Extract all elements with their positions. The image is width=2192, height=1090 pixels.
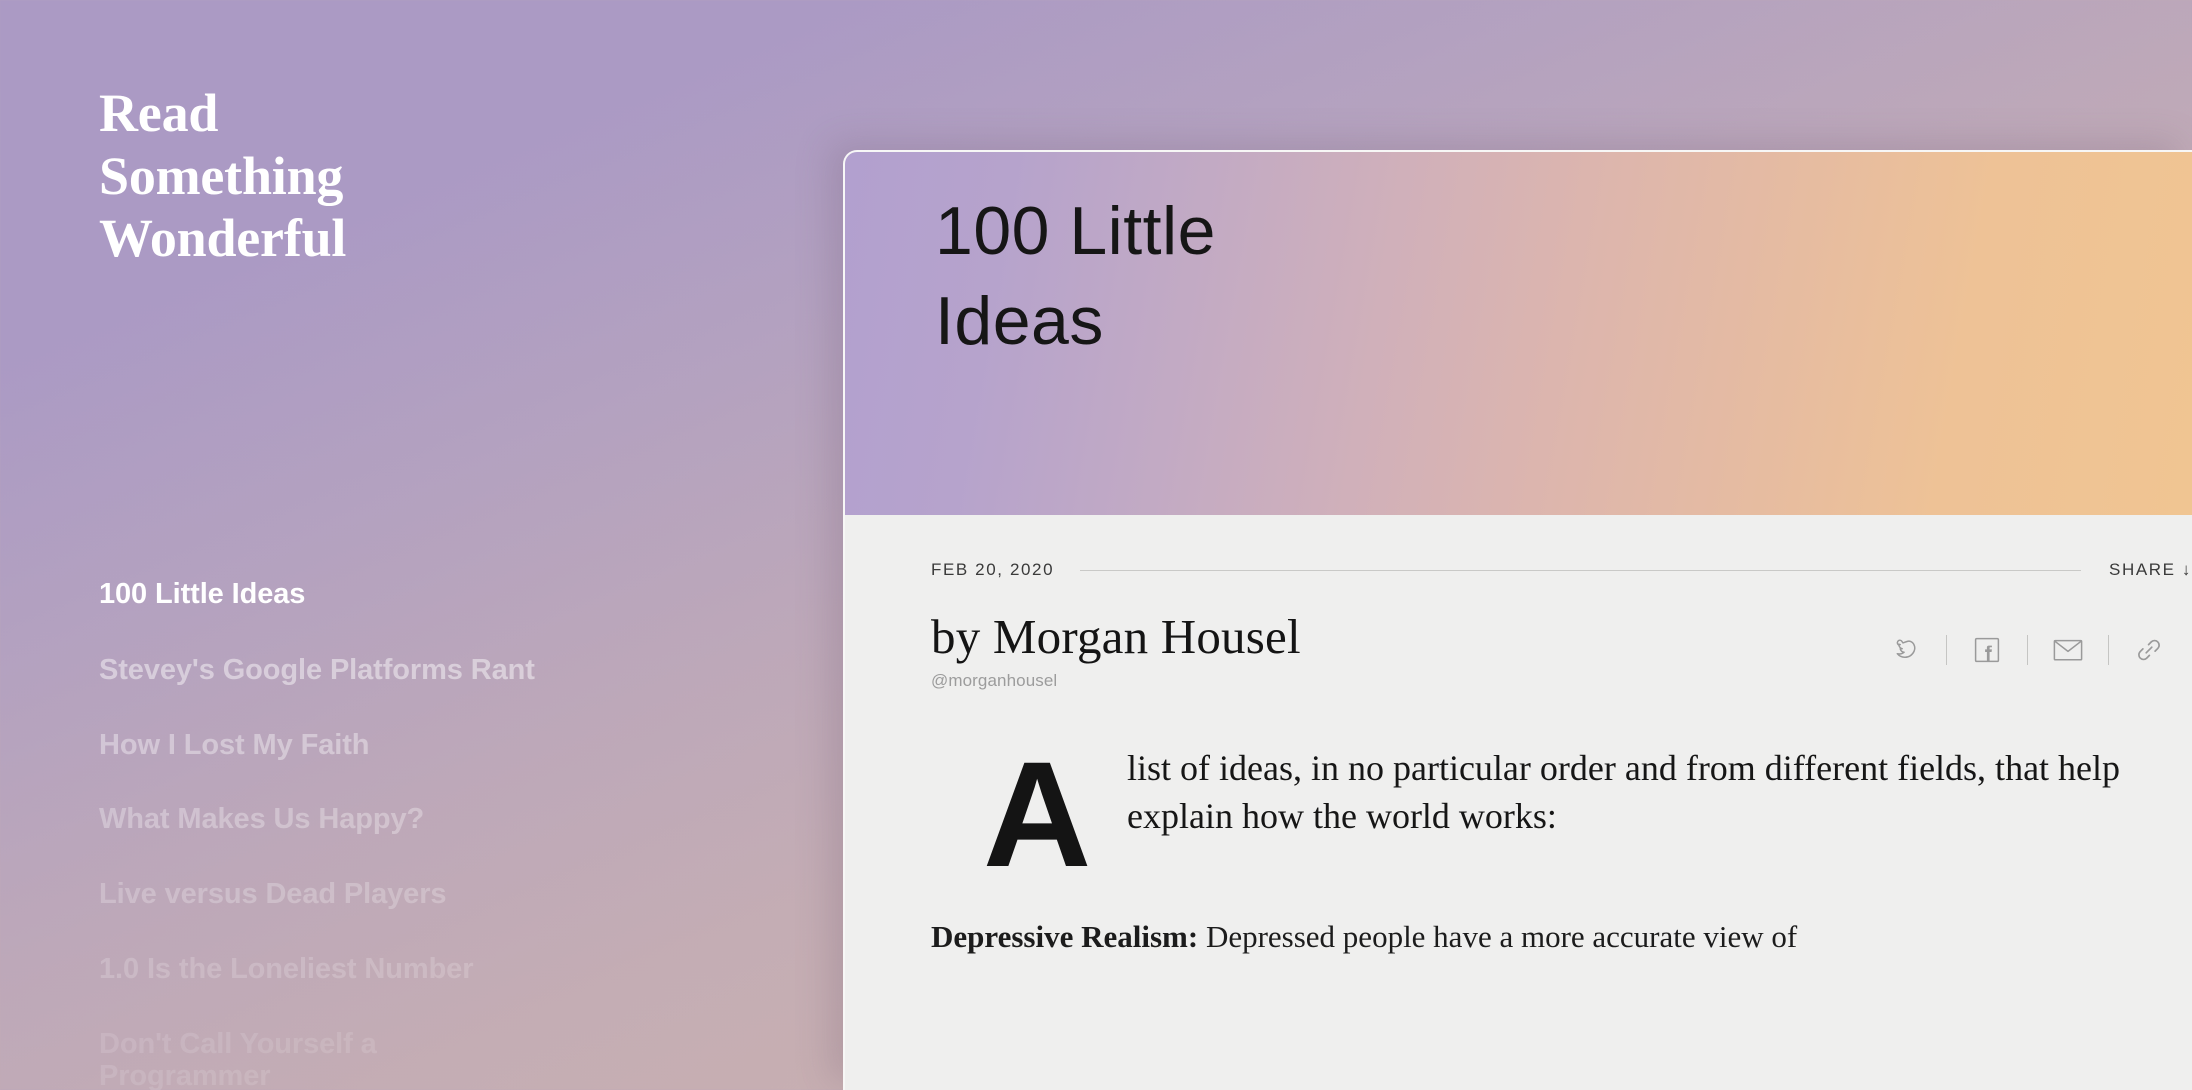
sidebar-item-dont-call-yourself-a-programmer[interactable]: Don't Call Yourself a Programmer [99, 1028, 429, 1090]
author-name: by Morgan Housel [931, 609, 1301, 664]
drop-cap: A [983, 730, 1092, 898]
icon-divider [2027, 635, 2028, 665]
byline-row: by Morgan Housel @morganhousel [931, 609, 2172, 691]
article-nav-list: 100 Little Ideas Stevey's Google Platfor… [99, 578, 799, 1090]
icon-divider [1946, 635, 1947, 665]
article-body: FEB 20, 2020 SHARE ↓ by Morgan Housel @m… [845, 515, 2192, 1090]
article-hero-title: 100 Little Ideas [935, 197, 1555, 377]
sidebar: Read Something Wonderful 100 Little Idea… [0, 0, 860, 1090]
twitter-icon[interactable] [1883, 633, 1929, 667]
byline: by Morgan Housel @morganhousel [931, 609, 1301, 691]
sidebar-item-what-makes-us-happy[interactable]: What Makes Us Happy? [99, 803, 799, 836]
logo-line-3: Wonderful [99, 208, 347, 269]
hero-title-line-1: 100 Little [935, 193, 1216, 269]
author-handle[interactable]: @morganhousel [931, 671, 1301, 691]
site-logo[interactable]: Read Something Wonderful [99, 82, 529, 270]
idea-text: Depressed people have a more accurate vi… [1198, 919, 1798, 954]
share-icon-row [1883, 633, 2172, 667]
idea-term: Depressive Realism: [931, 919, 1199, 954]
meta-divider-rule [1080, 569, 2081, 571]
article-intro: A list of ideas, in no particular order … [931, 730, 2172, 898]
sidebar-item-steveys-google-platforms-rant[interactable]: Stevey's Google Platforms Rant [99, 654, 799, 687]
share-button[interactable]: SHARE ↓ [2109, 560, 2192, 580]
logo-line-2: Something [99, 145, 344, 206]
article-card: 100 Little Ideas FEB 20, 2020 SHARE ↓ by… [843, 150, 2192, 1090]
first-idea-paragraph: Depressive Realism: Depressed people hav… [931, 915, 2188, 960]
sidebar-item-how-i-lost-my-faith[interactable]: How I Lost My Faith [99, 729, 799, 762]
sidebar-item-1-0-is-the-loneliest-number[interactable]: 1.0 Is the Loneliest Number [99, 953, 799, 986]
email-icon[interactable] [2045, 633, 2091, 667]
sidebar-item-live-versus-dead-players[interactable]: Live versus Dead Players [99, 878, 799, 911]
hero-title-line-2: Ideas [935, 283, 1104, 359]
logo-line-1: Read [99, 83, 219, 143]
sidebar-item-100-little-ideas[interactable]: 100 Little Ideas [99, 578, 799, 611]
article-meta-row: FEB 20, 2020 SHARE ↓ [931, 559, 2192, 581]
intro-paragraph: list of ideas, in no particular order an… [1127, 748, 2121, 836]
publish-date: FEB 20, 2020 [931, 560, 1055, 579]
link-icon[interactable] [2126, 633, 2172, 667]
icon-divider [2108, 635, 2109, 665]
article-hero: 100 Little Ideas [845, 152, 2192, 515]
facebook-icon[interactable] [1964, 633, 2010, 667]
